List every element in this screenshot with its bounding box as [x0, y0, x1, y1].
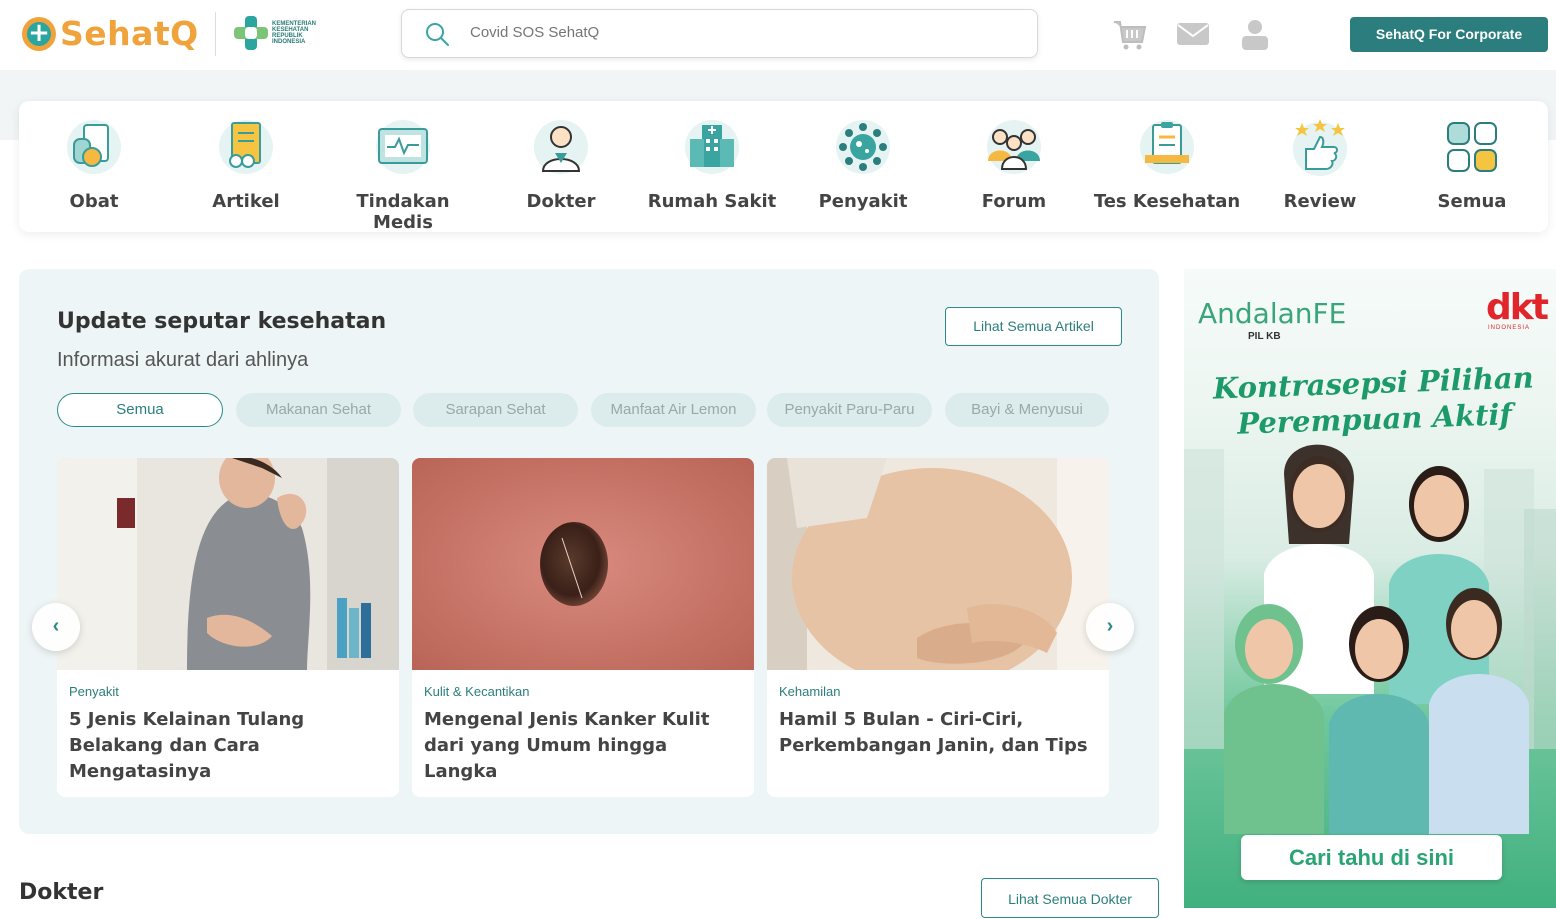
category-label: Rumah Sakit [647, 191, 777, 212]
grid-icon [1447, 122, 1497, 172]
article-card[interactable]: Kehamilan Hamil 5 Bulan - Ciri-Ciri, Per… [767, 458, 1109, 797]
search-bar[interactable] [401, 9, 1038, 58]
medical-procedure-icon [376, 120, 430, 174]
ad-headline: Kontrasepsi Pilihan Perempuan Aktif [1212, 360, 1535, 441]
article-icon [219, 120, 273, 174]
article-title[interactable]: Hamil 5 Bulan - Ciri-Ciri, Perkembangan … [779, 707, 1099, 759]
kemenkes-icon [234, 16, 268, 50]
category-artikel[interactable]: Artikel [171, 117, 321, 212]
article-image-pregnancy [767, 458, 1109, 688]
chip-sarapan-sehat[interactable]: Sarapan Sehat [413, 393, 578, 427]
category-obat[interactable]: Obat [19, 117, 169, 212]
section-title: Update seputar kesehatan [57, 309, 387, 334]
top-header: SehatQ KEMENTERIAN KESEHATAN REPUBLIK IN… [0, 0, 1556, 70]
category-label: Dokter [526, 191, 596, 212]
review-icon [1293, 119, 1347, 176]
ad-brand-logo: AndalanFE [1198, 297, 1347, 330]
category-rumah-sakit[interactable]: Rumah Sakit [637, 117, 787, 212]
category-tes-kesehatan[interactable]: Tes Kesehatan [1092, 117, 1242, 212]
virus-icon [836, 120, 890, 174]
category-label: Review [1283, 191, 1357, 212]
article-card[interactable]: Kulit & Kecantikan Mengenal Jenis Kanker… [412, 458, 754, 797]
category-nav: Obat Artikel Tindakan Medis Dokter Rumah… [19, 101, 1548, 233]
ad-cta-button[interactable]: Cari tahu di sini [1241, 835, 1502, 880]
category-review[interactable]: Review [1245, 117, 1395, 212]
category-label: Artikel [212, 191, 280, 212]
search-input[interactable] [470, 24, 1010, 41]
category-label: Tindakan Medis [356, 191, 450, 233]
ad-women-illustration [1224, 444, 1529, 834]
chip-semua[interactable]: Semua [57, 393, 223, 427]
category-label: Tes Kesehatan [1093, 191, 1241, 212]
category-label: Obat [69, 191, 119, 212]
article-card[interactable]: Penyakit 5 Jenis Kelainan Tulang Belakan… [57, 458, 399, 797]
hospital-icon [685, 120, 739, 174]
chip-bayi-menyusui[interactable]: Bayi & Menyusui [945, 393, 1109, 427]
sehatq-logo-icon [22, 16, 56, 51]
cart-icon[interactable] [1112, 16, 1148, 52]
article-image-back-pain [57, 458, 399, 670]
sehatq-logo[interactable]: SehatQ [22, 14, 199, 53]
category-dokter[interactable]: Dokter [486, 117, 636, 212]
articles-section: Update seputar kesehatan Informasi akura… [19, 269, 1159, 834]
corporate-button[interactable]: SehatQ For Corporate [1350, 17, 1548, 52]
article-title[interactable]: Mengenal Jenis Kanker Kulit dari yang Um… [424, 707, 744, 785]
chip-makanan-sehat[interactable]: Makanan Sehat [236, 393, 401, 427]
category-label: Forum [981, 191, 1047, 212]
search-icon [426, 23, 449, 46]
see-all-articles-button[interactable]: Lihat Semua Artikel [945, 307, 1122, 346]
kemenkes-text: KEMENTERIAN KESEHATAN REPUBLIK INDONESIA [272, 21, 317, 45]
chip-manfaat-air-lemon[interactable]: Manfaat Air Lemon [591, 393, 756, 427]
category-forum[interactable]: Forum [939, 117, 1089, 212]
category-penyakit[interactable]: Penyakit [788, 117, 938, 212]
header-divider [215, 12, 216, 56]
kemenkes-logo: KEMENTERIAN KESEHATAN REPUBLIK INDONESIA [234, 16, 322, 50]
carousel-next-button[interactable]: › [1086, 603, 1134, 651]
section-subtitle: Informasi akurat dari ahlinya [57, 349, 309, 371]
chip-penyakit-paru-paru[interactable]: Penyakit Paru-Paru [767, 393, 932, 427]
category-semua[interactable]: Semua [1397, 117, 1547, 212]
sehatq-logo-text: SehatQ [60, 14, 199, 53]
article-category: Penyakit [69, 684, 119, 699]
doctor-section-title: Dokter [19, 880, 104, 905]
mail-icon[interactable] [1175, 16, 1211, 52]
article-category: Kulit & Kecantikan [424, 684, 530, 699]
article-category: Kehamilan [779, 684, 841, 699]
forum-icon [987, 120, 1041, 174]
medicine-icon [67, 120, 121, 174]
ad-sponsor-logo: dkt [1486, 287, 1549, 328]
user-icon[interactable] [1237, 16, 1273, 52]
category-label: Semua [1437, 191, 1507, 212]
category-tindakan-medis[interactable]: Tindakan Medis [328, 117, 478, 233]
article-image-skin-mole [412, 458, 754, 670]
ad-brand-subtitle: PIL KB [1248, 331, 1281, 342]
carousel-prev-button[interactable]: ‹ [32, 603, 80, 651]
health-test-icon [1140, 120, 1194, 174]
doctor-icon [534, 120, 588, 174]
article-title[interactable]: 5 Jenis Kelainan Tulang Belakang dan Car… [69, 707, 389, 785]
category-label: Penyakit [818, 191, 908, 212]
ad-sponsor-subtitle: INDONESIA [1488, 325, 1531, 331]
advertisement-banner[interactable]: AndalanFE PIL KB dkt INDONESIA Kontrasep… [1184, 269, 1556, 908]
see-all-doctors-button[interactable]: Lihat Semua Dokter [981, 878, 1159, 918]
